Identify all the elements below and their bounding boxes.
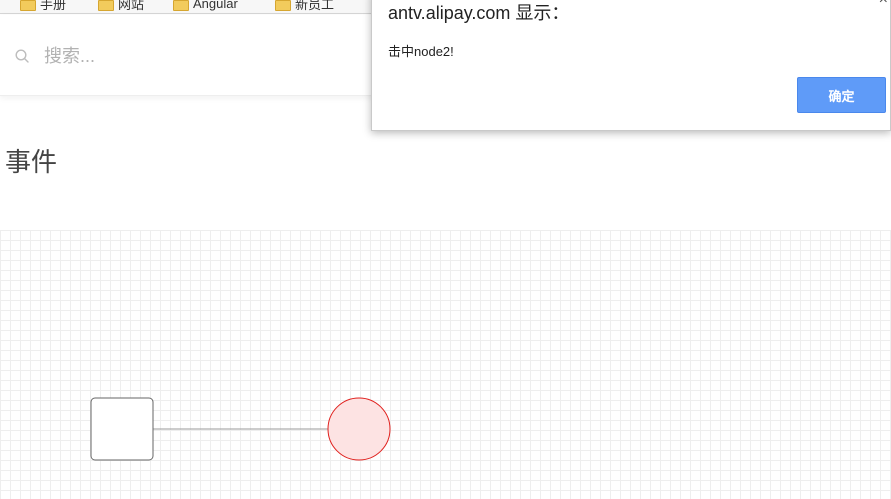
node1-rect[interactable] (90, 397, 154, 461)
alert-dialog: antv.alipay.com 显示： 击中node2! 确定 × (371, 0, 891, 131)
bookmark-label: Angular (193, 0, 238, 11)
graph-canvas[interactable] (0, 230, 891, 499)
folder-icon (275, 0, 291, 11)
bookmark-manual[interactable]: 手册 (20, 0, 66, 12)
folder-icon (173, 0, 189, 11)
close-icon[interactable]: × (879, 0, 888, 8)
dialog-message: 击中node2! (388, 44, 454, 59)
folder-icon (98, 0, 114, 11)
folder-icon (20, 0, 36, 11)
bookmark-websites[interactable]: 网站 (98, 0, 144, 12)
search-input[interactable] (44, 43, 344, 69)
ok-button[interactable]: 确定 (797, 77, 886, 113)
node2-circle[interactable] (327, 397, 391, 461)
bookmark-label: 手册 (40, 0, 67, 12)
bookmark-new-employee[interactable]: 新员工 (275, 0, 334, 12)
page-title: 事件 (5, 147, 58, 177)
bookmark-label: 新员工 (295, 0, 335, 12)
bookmark-angular[interactable]: Angular (173, 0, 238, 12)
bookmark-label: 网站 (118, 0, 145, 12)
search-icon (15, 49, 29, 63)
dialog-title: antv.alipay.com 显示： (388, 3, 570, 23)
